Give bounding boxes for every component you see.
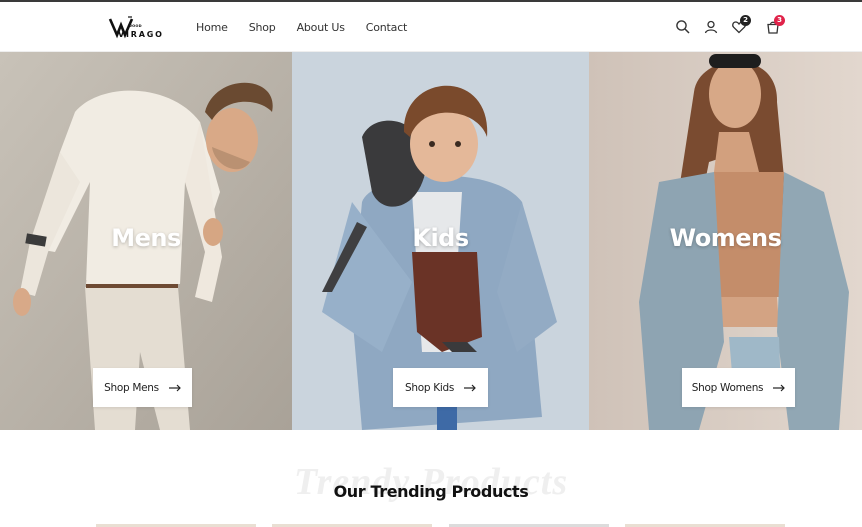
main-nav: Home Shop About Us Contact (196, 20, 428, 36)
arrow-right-icon (168, 384, 181, 391)
nav-contact[interactable]: Contact (366, 20, 408, 36)
banner-womens-title: Womens (669, 224, 782, 252)
arrow-right-icon (773, 384, 786, 391)
trending-section: Trendy Products Our Trending Products (0, 430, 862, 527)
banner-kids[interactable]: Kids Shop Kids (292, 52, 589, 430)
shop-mens-label: Shop Mens (104, 381, 159, 394)
shop-womens-button[interactable]: Shop Womens (682, 368, 795, 407)
nav-about-us[interactable]: About Us (297, 20, 345, 36)
banner-womens[interactable]: Womens Shop Womens (589, 52, 862, 430)
shop-kids-button[interactable]: Shop Kids (393, 368, 488, 407)
brand-logo[interactable]: WOOD VIRAGO (108, 15, 162, 41)
trending-title: Our Trending Products (333, 482, 529, 501)
shop-mens-button[interactable]: Shop Mens (93, 368, 192, 407)
shop-womens-label: Shop Womens (691, 381, 764, 394)
wishlist-count-badge: 2 (740, 15, 751, 26)
banner-mens-title: Mens (111, 224, 181, 252)
search-icon[interactable] (675, 19, 693, 37)
logo-subtext: WOOD (128, 24, 142, 28)
cart-count-badge: 3 (774, 15, 785, 26)
logo-wordmark: VIRAGO (118, 30, 164, 39)
nav-home[interactable]: Home (196, 20, 228, 36)
user-icon[interactable] (703, 19, 721, 37)
banner-kids-title: Kids (412, 224, 469, 252)
arrow-right-icon (464, 384, 476, 391)
nav-shop[interactable]: Shop (249, 20, 276, 36)
cart-button[interactable]: 3 (765, 15, 785, 37)
wishlist-button[interactable]: 2 (731, 15, 751, 37)
banner-mens[interactable]: Mens Shop Mens (0, 52, 292, 430)
shop-kids-label: Shop Kids (405, 381, 454, 394)
category-banners: Mens Shop Mens Kids Shop Kids Womens Sho… (0, 52, 862, 430)
site-header: WOOD VIRAGO Home Shop About Us Contact 2… (0, 2, 862, 52)
